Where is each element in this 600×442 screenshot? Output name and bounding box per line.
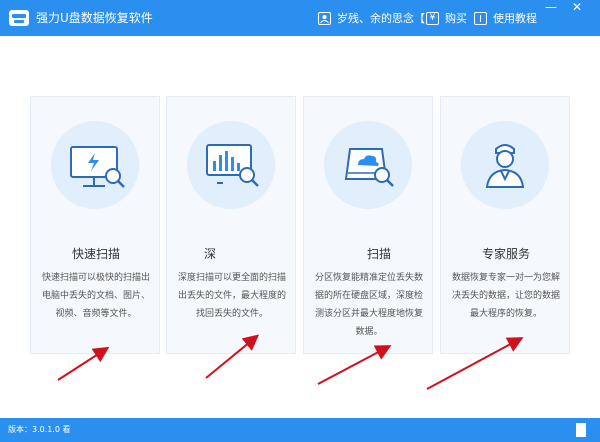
user-label: 岁残、余的思念【	[337, 12, 425, 25]
card-icon-circle	[187, 121, 275, 209]
user-account-button[interactable]: 岁残、余的思念【	[318, 0, 425, 36]
app-logo-icon	[9, 10, 29, 26]
card-description: 快速扫描可以极快的扫描出电脑中丢失的文档、图片、视频、音频等文件。	[41, 273, 150, 319]
card-expert-service[interactable]: 专家服务 数据恢复专家一对一为您解决丢失的数据，让您的数据最大程序的恢复。	[440, 96, 570, 354]
card-quick-scan[interactable]: 快速扫描 快速扫描可以极快的扫描出电脑中丢失的文档、图片、视频、音频等文件。	[30, 96, 160, 354]
book-icon	[474, 11, 487, 25]
close-button[interactable]: ✕	[566, 0, 588, 20]
card-description: 深度扫描可以更全面的扫描出丢失的文件，最大程度的找回丢失的文件。	[177, 273, 286, 319]
status-bar: 版本：3.0.1.0 看	[0, 418, 600, 442]
yen-icon: ¥	[426, 11, 439, 25]
card-title: 快速扫描	[71, 247, 120, 261]
status-chip	[576, 423, 586, 437]
user-icon	[318, 11, 331, 25]
card-deep-scan[interactable]: 深 深度扫描可以更全面的扫描出丢失的文件，最大程度的找回丢失的文件。	[166, 96, 296, 354]
buy-button[interactable]: ¥ 购买	[426, 0, 467, 36]
chart-search-icon	[206, 144, 259, 187]
card-partition-scan[interactable]: 扫描 分区恢复能精准定位丢失数据的所在硬盘区域，深度检测该分区并最大程度地恢复数…	[303, 96, 433, 354]
expert-person-icon	[485, 144, 525, 188]
card-description: 数据恢复专家一对一为您解决丢失的数据，让您的数据最大程序的恢复。	[451, 273, 560, 319]
card-icon-circle	[461, 121, 549, 209]
disk-cloud-search-icon	[344, 148, 394, 187]
app-title: 强力U盘数据恢复软件	[36, 11, 153, 25]
title-bar: 强力U盘数据恢复软件 岁残、余的思念【 ¥ 购买 使用教程 — ✕	[0, 0, 600, 36]
card-icon-circle	[51, 121, 139, 209]
tutorial-button[interactable]: 使用教程	[474, 0, 537, 36]
tutorial-label: 使用教程	[493, 12, 537, 25]
card-icon-circle	[324, 121, 412, 209]
card-title: 扫描	[366, 247, 391, 261]
card-title: 深	[203, 247, 216, 261]
version-label: 版本：3.0.1.0 看	[8, 425, 71, 434]
card-description: 分区恢复能精准定位丢失数据的所在硬盘区域，深度检测该分区并最大程度地恢复数据。	[314, 273, 423, 337]
buy-label: 购买	[445, 12, 467, 25]
card-title: 专家服务	[481, 247, 530, 261]
minimize-button[interactable]: —	[540, 0, 562, 20]
monitor-lightning-search-icon	[70, 146, 125, 188]
